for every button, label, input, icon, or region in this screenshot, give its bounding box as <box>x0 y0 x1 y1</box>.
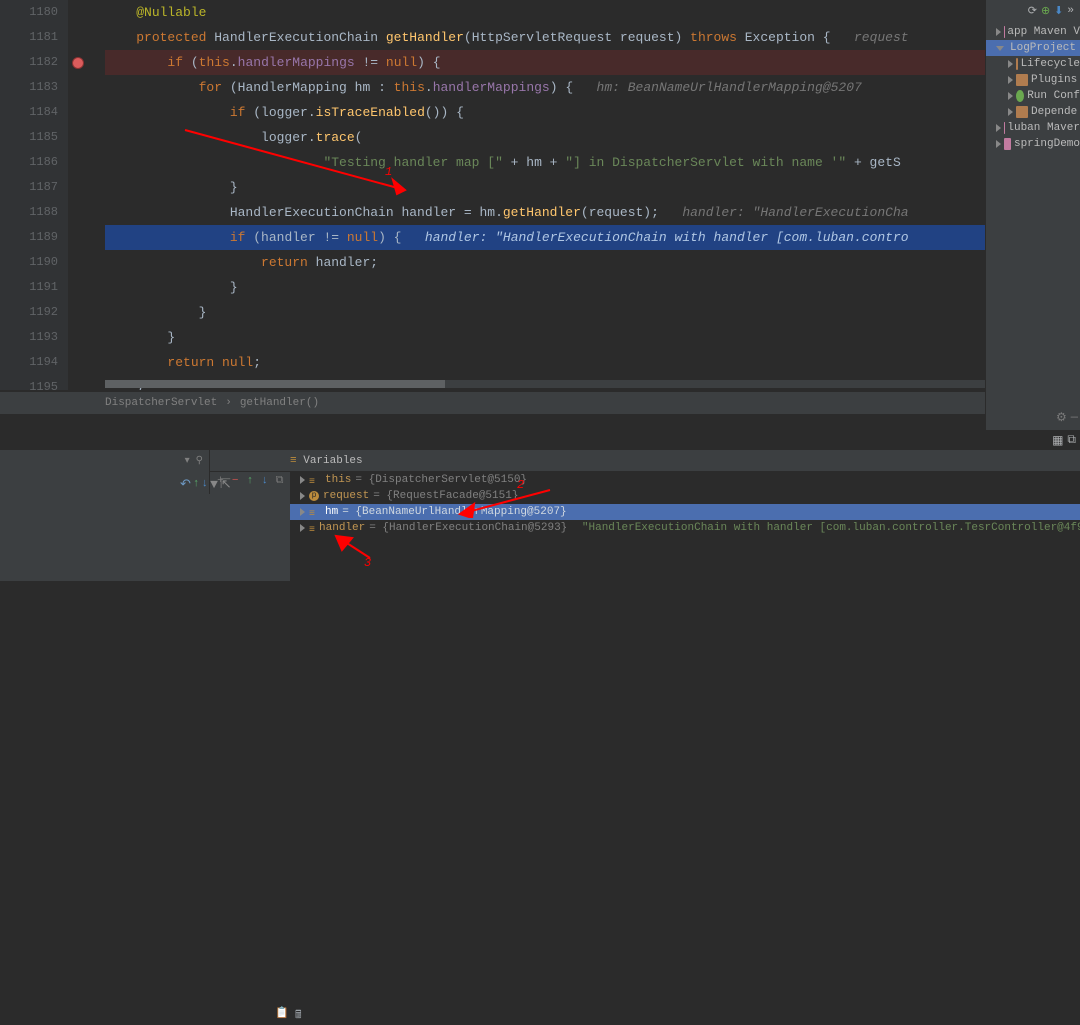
variable-row[interactable]: ≡hm= {BeanNameUrlHandlerMapping@5207} <box>290 504 1080 520</box>
move-down-icon[interactable]: ↓ <box>258 474 271 488</box>
line-number: 1186 <box>0 150 68 175</box>
line-number: 1191 <box>0 275 68 300</box>
maven-item[interactable]: springDemo <box>986 136 1080 152</box>
maven-item[interactable]: LogProject M <box>986 40 1080 56</box>
line-number: 1185 <box>0 125 68 150</box>
clipboard-icon[interactable]: 📋 <box>275 1006 289 1020</box>
line-number: 1184 <box>0 100 68 125</box>
prev-frame-icon[interactable]: ↶ <box>180 476 191 492</box>
line-number: 1189 <box>0 225 68 250</box>
variable-row[interactable]: ≡this= {DispatcherServlet@5150} <box>290 472 1080 488</box>
restore-icon[interactable]: ⧉ <box>1067 433 1076 448</box>
frames-panel: ▾ ⚲ ↶ ↑ ↓ ▼ ⇱ <box>0 450 210 581</box>
param-icon: p <box>309 491 319 501</box>
remove-watch-icon[interactable]: − <box>229 474 242 488</box>
breakpoint-icon[interactable] <box>68 50 88 75</box>
editor-horizontal-scrollbar[interactable] <box>105 380 985 388</box>
more-icon[interactable]: » <box>1067 5 1074 17</box>
breadcrumb-method[interactable]: getHandler() <box>240 397 319 409</box>
line-number: 1183 <box>0 75 68 100</box>
variable-row[interactable]: prequest= {RequestFacade@5151} <box>290 488 1080 504</box>
minimize-icon[interactable]: — <box>1071 410 1078 425</box>
line-number: 1194 <box>0 350 68 375</box>
variable-row[interactable]: ≡handler= {HandlerExecutionChain@5293} "… <box>290 520 1080 536</box>
copy-icon[interactable]: ⧉ <box>273 474 286 488</box>
code-editor[interactable]: @Nullable protected HandlerExecutionChai… <box>105 0 985 390</box>
move-up-icon[interactable]: ↑ <box>244 474 257 488</box>
line-number: 1192 <box>0 300 68 325</box>
maven-item[interactable]: app Maven V <box>986 24 1080 40</box>
variables-title: Variables <box>303 455 362 467</box>
line-number: 1188 <box>0 200 68 225</box>
maven-item[interactable]: Lifecycle <box>986 56 1080 72</box>
add-icon[interactable]: ⊕ <box>1041 4 1050 18</box>
add-watch-icon[interactable]: + <box>214 474 227 488</box>
line-number: 1187 <box>0 175 68 200</box>
maven-item[interactable]: Depende <box>986 104 1080 120</box>
maven-item[interactable]: Plugins <box>986 72 1080 88</box>
annotation: @Nullable <box>136 5 206 20</box>
line-number: 1182 <box>0 50 68 75</box>
variables-panel: ≡ Variables + − ↑ ↓ ⧉ ≡this= {Dispatcher… <box>210 450 1080 581</box>
layout-icon[interactable]: ▦ <box>1052 433 1063 448</box>
breadcrumb-class[interactable]: DispatcherServlet <box>105 397 217 409</box>
line-number: 1193 <box>0 325 68 350</box>
breadcrumb-sep: › <box>225 397 232 409</box>
maven-item[interactable]: luban Maver <box>986 120 1080 136</box>
calc-icon[interactable]: 🖩 <box>295 1006 309 1020</box>
dropdown-icon[interactable]: ▾ ⚲ <box>185 455 203 467</box>
step-up-icon[interactable]: ↑ <box>193 477 200 491</box>
maven-item[interactable]: Run Conf <box>986 88 1080 104</box>
gutter: 1180 1181 1182 1183 1184 1185 1186 1187 … <box>0 0 68 390</box>
variables-tab-icon: ≡ <box>290 455 297 467</box>
step-down-icon[interactable]: ↓ <box>202 477 209 491</box>
maven-tool-window: ⟳ ⊕ ⬇ » app Maven V LogProject M Lifecyc… <box>985 0 1080 430</box>
refresh-icon[interactable]: ⟳ <box>1028 4 1037 18</box>
gear-icon[interactable]: ⚙ <box>1056 410 1067 425</box>
breadcrumbs[interactable]: DispatcherServlet › getHandler() <box>0 392 985 414</box>
line-number: 1190 <box>0 250 68 275</box>
panel-controls: ⚙ — <box>1056 410 1078 425</box>
line-number: 1181 <box>0 25 68 50</box>
scrollbar-thumb[interactable] <box>105 380 445 388</box>
download-icon[interactable]: ⬇ <box>1054 4 1063 18</box>
line-number: 1180 <box>0 0 68 25</box>
